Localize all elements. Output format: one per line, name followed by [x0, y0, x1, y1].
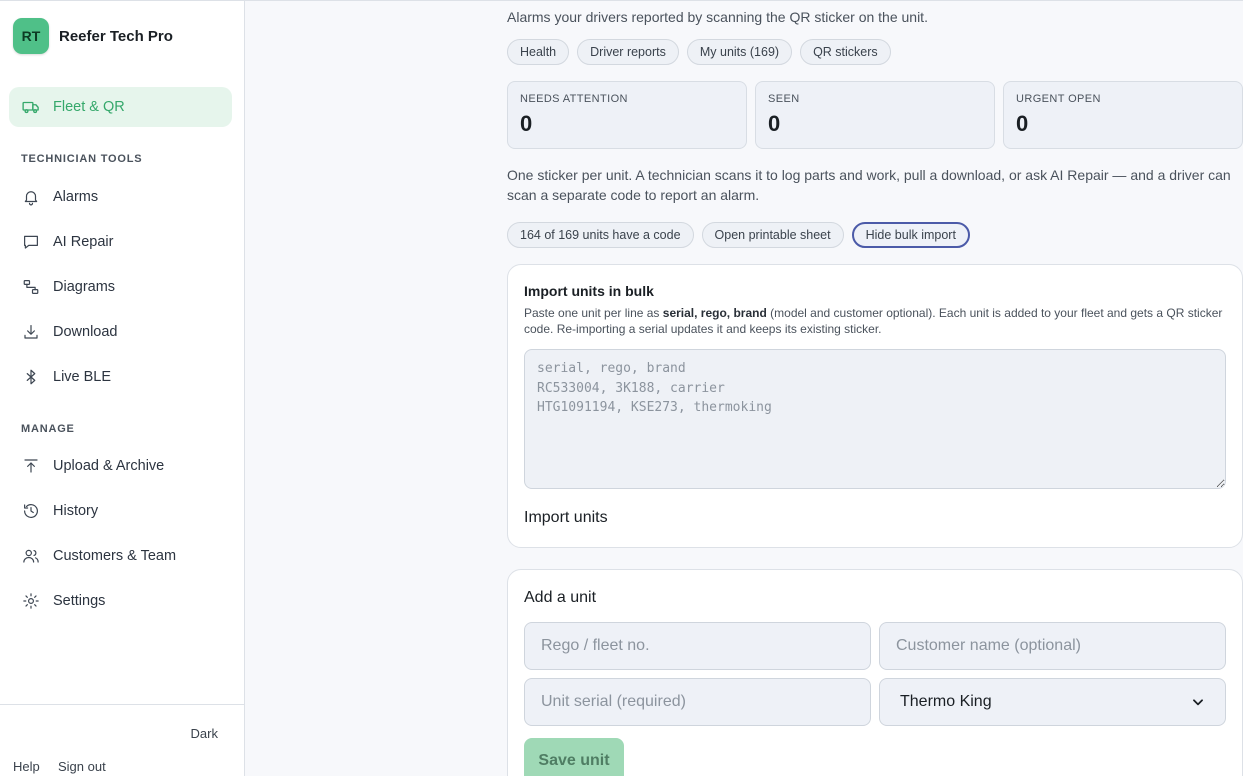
open-printable-sheet-button[interactable]: Open printable sheet — [701, 222, 844, 248]
sidebar-item-label: Diagrams — [53, 279, 116, 295]
bell-icon — [22, 188, 40, 206]
tab-health[interactable]: Health — [507, 39, 570, 65]
download-icon — [22, 323, 40, 341]
sidebar-item-live-ble[interactable]: Live BLE — [9, 357, 232, 397]
bulk-import-card: Import units in bulk Paste one unit per … — [507, 264, 1243, 548]
brand-select[interactable]: Thermo King — [879, 678, 1226, 726]
sidebar-item-label: Alarms — [53, 189, 99, 205]
tab-driver-reports[interactable]: Driver reports — [577, 39, 679, 65]
stat-needs-attention[interactable]: NEEDS ATTENTION 0 — [507, 81, 747, 149]
stat-value: 0 — [768, 111, 781, 136]
truck-icon — [22, 98, 40, 116]
stat-label: SEEN — [768, 93, 800, 105]
history-icon — [22, 502, 40, 520]
sidebar: RT Reefer Tech Pro Fleet & QR TECHNICIAN… — [0, 0, 245, 776]
help-format: serial, rego, brand — [662, 306, 767, 320]
stat-value: 0 — [520, 111, 533, 136]
sidebar-item-settings[interactable]: Settings — [9, 581, 232, 621]
bluetooth-icon — [22, 368, 40, 386]
sidebar-item-label: History — [53, 503, 99, 519]
sidebar-item-upload-archive[interactable]: Upload & Archive — [9, 446, 232, 486]
bulk-import-help: Paste one unit per line as serial, rego,… — [524, 305, 1226, 337]
gear-icon — [22, 592, 40, 610]
stat-urgent-open[interactable]: URGENT OPEN 0 — [1003, 81, 1243, 149]
add-unit-card: Add a unit Thermo King Save unit — [507, 569, 1243, 776]
stat-label: NEEDS ATTENTION — [520, 93, 628, 105]
sidebar-item-alarms[interactable]: Alarms — [9, 177, 232, 217]
tab-my-units[interactable]: My units (169) — [686, 39, 793, 65]
stat-label: URGENT OPEN — [1016, 93, 1101, 105]
stat-seen[interactable]: SEEN 0 — [755, 81, 995, 149]
qr-actions: 164 of 169 units have a code Open printa… — [507, 222, 970, 248]
page-intro: Alarms your drivers reported by scanning… — [507, 9, 928, 25]
sidebar-item-label: AI Repair — [53, 234, 114, 250]
upload-icon — [22, 457, 40, 475]
main-content: Alarms your drivers reported by scanning… — [245, 0, 1243, 776]
sign-out-link[interactable]: Sign out — [58, 759, 106, 774]
users-icon — [22, 547, 40, 565]
tab-bar: Health Driver reports My units (169) QR … — [507, 39, 891, 65]
sidebar-item-label: Download — [53, 324, 118, 340]
sidebar-item-ai-repair[interactable]: AI Repair — [9, 222, 232, 262]
sidebar-item-download[interactable]: Download — [9, 312, 232, 352]
save-unit-button[interactable]: Save unit — [524, 738, 624, 776]
theme-toggle[interactable]: Dark — [191, 726, 218, 741]
qr-description: One sticker per unit. A technician scans… — [507, 167, 1231, 203]
sidebar-item-label: Settings — [53, 593, 106, 609]
bulk-import-title: Import units in bulk — [524, 283, 654, 299]
unit-serial-input[interactable] — [524, 678, 871, 726]
brand[interactable]: RT Reefer Tech Pro — [13, 18, 173, 54]
stats-row: NEEDS ATTENTION 0 SEEN 0 URGENT OPEN 0 — [507, 81, 1243, 149]
bulk-import-textarea[interactable] — [524, 349, 1226, 489]
section-label-manage: MANAGE — [21, 423, 75, 435]
chat-icon — [22, 233, 40, 251]
add-unit-title: Add a unit — [524, 589, 597, 606]
sidebar-item-label: Upload & Archive — [53, 458, 165, 474]
brand-select-value: Thermo King — [900, 693, 992, 710]
sidebar-item-history[interactable]: History — [9, 491, 232, 531]
sidebar-item-fleet-qr[interactable]: Fleet & QR — [9, 87, 232, 127]
stat-value: 0 — [1016, 111, 1029, 136]
code-coverage-badge[interactable]: 164 of 169 units have a code — [507, 222, 694, 248]
sidebar-item-label: Fleet & QR — [53, 99, 125, 115]
import-units-button[interactable]: Import units — [524, 509, 608, 527]
help-text: Paste one unit per line as — [524, 306, 663, 320]
sidebar-item-customers-team[interactable]: Customers & Team — [9, 536, 232, 576]
sidebar-item-diagrams[interactable]: Diagrams — [9, 267, 232, 307]
hide-bulk-import-button[interactable]: Hide bulk import — [851, 222, 970, 248]
sidebar-footer: Dark Help Sign out — [0, 704, 244, 776]
section-label-technician-tools: TECHNICIAN TOOLS — [21, 153, 143, 165]
sidebar-item-label: Live BLE — [53, 369, 112, 385]
diagram-icon — [22, 278, 40, 296]
rego-input[interactable] — [524, 622, 871, 670]
help-link[interactable]: Help — [13, 759, 40, 774]
brand-avatar: RT — [13, 18, 49, 54]
brand-name: Reefer Tech Pro — [59, 27, 173, 45]
customer-name-input[interactable] — [879, 622, 1226, 670]
chevron-down-icon — [1191, 695, 1205, 709]
sidebar-item-label: Customers & Team — [53, 548, 177, 564]
tab-qr-stickers[interactable]: QR stickers — [800, 39, 891, 65]
